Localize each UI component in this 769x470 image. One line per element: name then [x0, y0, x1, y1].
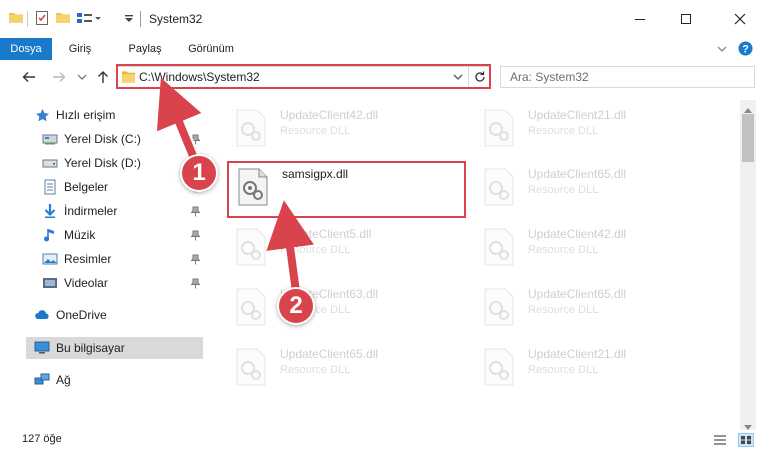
dll-file-icon: [234, 288, 268, 329]
large-icons-view-icon[interactable]: [738, 433, 754, 447]
help-icon[interactable]: ?: [738, 41, 753, 56]
details-view-icon[interactable]: [712, 433, 728, 447]
dll-file-icon: [482, 228, 516, 269]
new-folder-icon[interactable]: [55, 10, 71, 28]
file-item[interactable]: UpdateClient21.dll Resource DLL: [476, 343, 701, 393]
close-icon[interactable]: [717, 0, 763, 38]
step-2-badge: 2: [277, 287, 315, 325]
folder-icon: [8, 10, 24, 28]
file-list: UpdateClient42.dll Resource DLL samsigpx…: [212, 100, 740, 414]
sidebar-item-music[interactable]: Müzik: [42, 224, 95, 246]
refresh-icon[interactable]: [473, 70, 487, 87]
ribbon: Dosya Giriş Paylaş Görünüm ?: [0, 38, 769, 88]
dll-file-icon: [234, 348, 268, 389]
sidebar-item-documents[interactable]: Belgeler: [42, 176, 108, 198]
dll-file-icon: [234, 228, 268, 269]
back-icon[interactable]: [20, 68, 38, 86]
properties-icon[interactable]: [34, 10, 50, 28]
dll-file-icon: [234, 109, 268, 150]
onedrive-icon: [34, 307, 50, 323]
drive-icon: [42, 155, 58, 171]
dll-file-icon: [482, 109, 516, 150]
address-bar[interactable]: C:\Windows\System32: [117, 66, 490, 88]
file-item[interactable]: UpdateClient5.dll Resource DLL: [228, 223, 453, 273]
file-item[interactable]: UpdateClient42.dll Resource DLL: [476, 223, 701, 273]
customize-icon[interactable]: [76, 10, 106, 28]
file-highlight: [227, 161, 466, 218]
pin-icon[interactable]: [190, 253, 200, 265]
divider: [27, 11, 28, 27]
sidebar-item-videos[interactable]: Videolar: [42, 272, 108, 294]
videos-icon: [42, 275, 58, 291]
divider: [140, 11, 141, 27]
tab-home[interactable]: Giriş: [58, 38, 102, 60]
address-dropdown-icon[interactable]: [452, 71, 464, 86]
title-bar: System32: [0, 0, 769, 38]
scrollbar-thumb[interactable]: [742, 114, 754, 162]
ribbon-expand-icon[interactable]: [716, 43, 728, 55]
file-item[interactable]: UpdateClient65.dll Resource DLL: [476, 163, 701, 213]
pictures-icon: [42, 251, 58, 267]
file-item[interactable]: UpdateClient65.dll Resource DLL: [476, 283, 701, 333]
item-count: 127 öğe: [22, 433, 62, 445]
pin-icon[interactable]: [190, 133, 200, 145]
file-item[interactable]: UpdateClient21.dll Resource DLL: [476, 104, 701, 154]
music-icon: [42, 227, 58, 243]
search-input[interactable]: [500, 66, 755, 88]
svg-text:?: ?: [742, 44, 749, 56]
status-bar: 127 öğe: [0, 430, 769, 452]
drive-icon: [42, 131, 58, 147]
file-item[interactable]: UpdateClient42.dll Resource DLL: [228, 104, 453, 154]
pin-icon[interactable]: [190, 277, 200, 289]
up-icon[interactable]: [94, 68, 112, 86]
tab-view[interactable]: Görünüm: [181, 38, 241, 60]
step-1-badge: 1: [180, 154, 218, 192]
maximize-icon[interactable]: [663, 0, 709, 38]
forward-icon[interactable]: [50, 68, 68, 86]
recent-icon[interactable]: [76, 68, 88, 86]
network-icon: [34, 372, 50, 388]
file-item[interactable]: UpdateClient65.dll Resource DLL: [228, 343, 453, 393]
star-icon: [34, 107, 50, 123]
divider: [468, 67, 469, 87]
computer-icon: [34, 340, 50, 356]
file-item[interactable]: UpdateClient63.dll Resource DLL: [228, 283, 453, 333]
sidebar-item-network[interactable]: Ağ: [34, 369, 71, 391]
pin-icon[interactable]: [190, 229, 200, 241]
documents-icon: [42, 179, 58, 195]
sidebar-item-onedrive[interactable]: OneDrive: [34, 304, 107, 326]
pin-icon[interactable]: [190, 205, 200, 217]
sidebar-item-downloads[interactable]: İndirmeler: [42, 200, 117, 222]
download-icon: [42, 203, 58, 219]
quick-access-dropdown-icon[interactable]: [123, 10, 135, 28]
tab-share[interactable]: Paylaş: [120, 38, 170, 60]
dll-file-icon: [482, 348, 516, 389]
sidebar-item-quick-access[interactable]: Hızlı erişim: [34, 104, 115, 126]
sidebar-item-local-disk-d[interactable]: Yerel Disk (D:): [42, 152, 141, 174]
sidebar-item-local-disk-c[interactable]: Yerel Disk (C:): [42, 128, 141, 150]
folder-icon: [121, 70, 136, 87]
address-path[interactable]: C:\Windows\System32: [139, 70, 260, 84]
dll-file-icon: [482, 168, 516, 209]
sidebar-item-this-pc[interactable]: Bu bilgisayar: [34, 337, 125, 359]
minimize-icon[interactable]: [617, 0, 663, 38]
dll-file-icon: [482, 288, 516, 329]
window-title: System32: [149, 12, 203, 26]
sidebar-item-pictures[interactable]: Resimler: [42, 248, 111, 270]
vertical-scrollbar[interactable]: [740, 100, 756, 430]
